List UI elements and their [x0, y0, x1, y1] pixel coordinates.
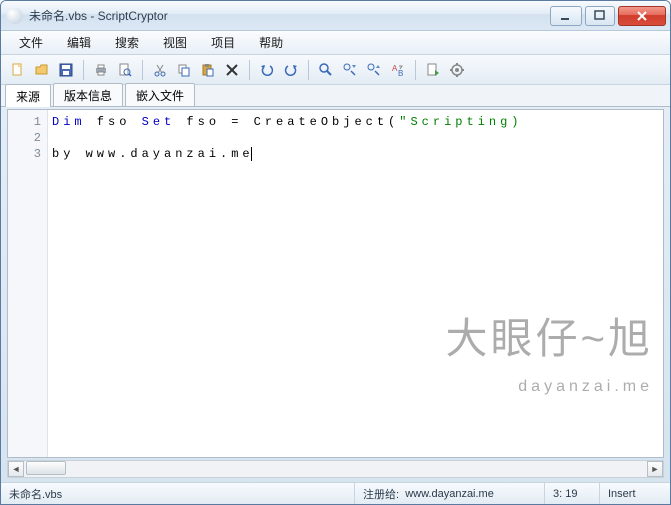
- toolbar-separator: [308, 60, 309, 80]
- menu-edit[interactable]: 编辑: [57, 32, 101, 53]
- close-button[interactable]: [618, 6, 666, 26]
- maximize-icon: [592, 8, 608, 24]
- save-button[interactable]: [55, 59, 77, 81]
- undo-button[interactable]: [256, 59, 278, 81]
- line-gutter: 1 2 3: [8, 110, 48, 457]
- toolbar-separator: [249, 60, 250, 80]
- tab-source[interactable]: 来源: [5, 84, 51, 107]
- code-text: fso: [86, 115, 142, 129]
- code-line-3: by www.dayanzai.me: [52, 146, 659, 162]
- scroll-track[interactable]: [24, 461, 647, 477]
- string-literal: "Scripting): [399, 115, 522, 129]
- replace-button[interactable]: AB: [387, 59, 409, 81]
- editor[interactable]: 1 2 3 Dim fso Set fso = CreateObject("Sc…: [7, 109, 664, 458]
- watermark: 大眼仔~旭 dayanzai.me: [445, 299, 653, 427]
- watermark-sub: dayanzai.me: [445, 379, 653, 395]
- maximize-button[interactable]: [585, 6, 615, 26]
- find-icon: [318, 62, 334, 78]
- statusbar: 未命名.vbs 注册给: www.dayanzai.me 3: 19 Inser…: [1, 482, 670, 504]
- horizontal-scrollbar[interactable]: ◄ ►: [7, 460, 664, 478]
- status-registered: 注册给: www.dayanzai.me: [355, 483, 545, 504]
- delete-button[interactable]: [221, 59, 243, 81]
- cut-icon: [152, 62, 168, 78]
- settings-button[interactable]: [446, 59, 468, 81]
- toolbar-separator: [142, 60, 143, 80]
- app-icon: [7, 8, 23, 24]
- find-next-button[interactable]: [339, 59, 361, 81]
- menu-file[interactable]: 文件: [9, 32, 53, 53]
- status-filename: 未命名.vbs: [1, 483, 355, 504]
- open-button[interactable]: [31, 59, 53, 81]
- new-button[interactable]: [7, 59, 29, 81]
- compile-icon: [425, 62, 441, 78]
- tab-version[interactable]: 版本信息: [53, 83, 123, 106]
- minimize-icon: [558, 8, 574, 24]
- paste-icon: [200, 62, 216, 78]
- find-prev-button[interactable]: [363, 59, 385, 81]
- keyword: Set: [142, 115, 176, 129]
- menu-help[interactable]: 帮助: [249, 32, 293, 53]
- compile-button[interactable]: [422, 59, 444, 81]
- gear-icon: [449, 62, 465, 78]
- status-position: 3: 19: [545, 483, 600, 504]
- reg-value: www.dayanzai.me: [405, 488, 494, 500]
- text-caret: [251, 147, 252, 161]
- undo-icon: [259, 62, 275, 78]
- paste-button[interactable]: [197, 59, 219, 81]
- reg-label: 注册给:: [363, 486, 399, 502]
- code-text: by www.dayanzai.me: [52, 147, 254, 161]
- delete-icon: [224, 62, 240, 78]
- replace-icon: AB: [390, 62, 406, 78]
- keyword: Dim: [52, 115, 86, 129]
- watermark-main: 大眼仔~旭: [445, 331, 653, 347]
- status-mode: Insert: [600, 483, 670, 504]
- window-title: 未命名.vbs - ScriptCryptor: [29, 7, 550, 24]
- copy-button[interactable]: [173, 59, 195, 81]
- line-number: 1: [8, 114, 41, 130]
- redo-button[interactable]: [280, 59, 302, 81]
- app-window: 未命名.vbs - ScriptCryptor 文件 编辑 搜索 视图 项目 帮…: [0, 0, 671, 505]
- tab-embed[interactable]: 嵌入文件: [125, 83, 195, 106]
- menu-view[interactable]: 视图: [153, 32, 197, 53]
- preview-button[interactable]: [114, 59, 136, 81]
- redo-icon: [283, 62, 299, 78]
- line-number: 2: [8, 130, 41, 146]
- window-controls: [550, 6, 666, 26]
- menu-project[interactable]: 项目: [201, 32, 245, 53]
- minimize-button[interactable]: [550, 6, 582, 26]
- scroll-left-button[interactable]: ◄: [8, 461, 24, 477]
- scroll-right-button[interactable]: ►: [647, 461, 663, 477]
- line-number: 3: [8, 146, 41, 162]
- preview-icon: [117, 62, 133, 78]
- save-icon: [58, 62, 74, 78]
- find-button[interactable]: [315, 59, 337, 81]
- toolbar: AB: [1, 55, 670, 85]
- print-button[interactable]: [90, 59, 112, 81]
- code-line-1: Dim fso Set fso = CreateObject("Scriptin…: [52, 114, 659, 130]
- cut-button[interactable]: [149, 59, 171, 81]
- code-line-2: [52, 130, 659, 146]
- tabbar: 来源 版本信息 嵌入文件: [1, 85, 670, 107]
- code-text: fso = CreateObject(: [175, 115, 399, 129]
- code-area[interactable]: Dim fso Set fso = CreateObject("Scriptin…: [48, 110, 663, 457]
- close-icon: [634, 8, 650, 24]
- titlebar: 未命名.vbs - ScriptCryptor: [1, 1, 670, 31]
- print-icon: [93, 62, 109, 78]
- toolbar-separator: [415, 60, 416, 80]
- copy-icon: [176, 62, 192, 78]
- find-prev-icon: [366, 62, 382, 78]
- toolbar-separator: [83, 60, 84, 80]
- menu-search[interactable]: 搜索: [105, 32, 149, 53]
- scroll-thumb[interactable]: [26, 461, 66, 475]
- menubar: 文件 编辑 搜索 视图 项目 帮助: [1, 31, 670, 55]
- new-file-icon: [10, 62, 26, 78]
- find-next-icon: [342, 62, 358, 78]
- open-folder-icon: [34, 62, 50, 78]
- svg-text:B: B: [398, 69, 403, 78]
